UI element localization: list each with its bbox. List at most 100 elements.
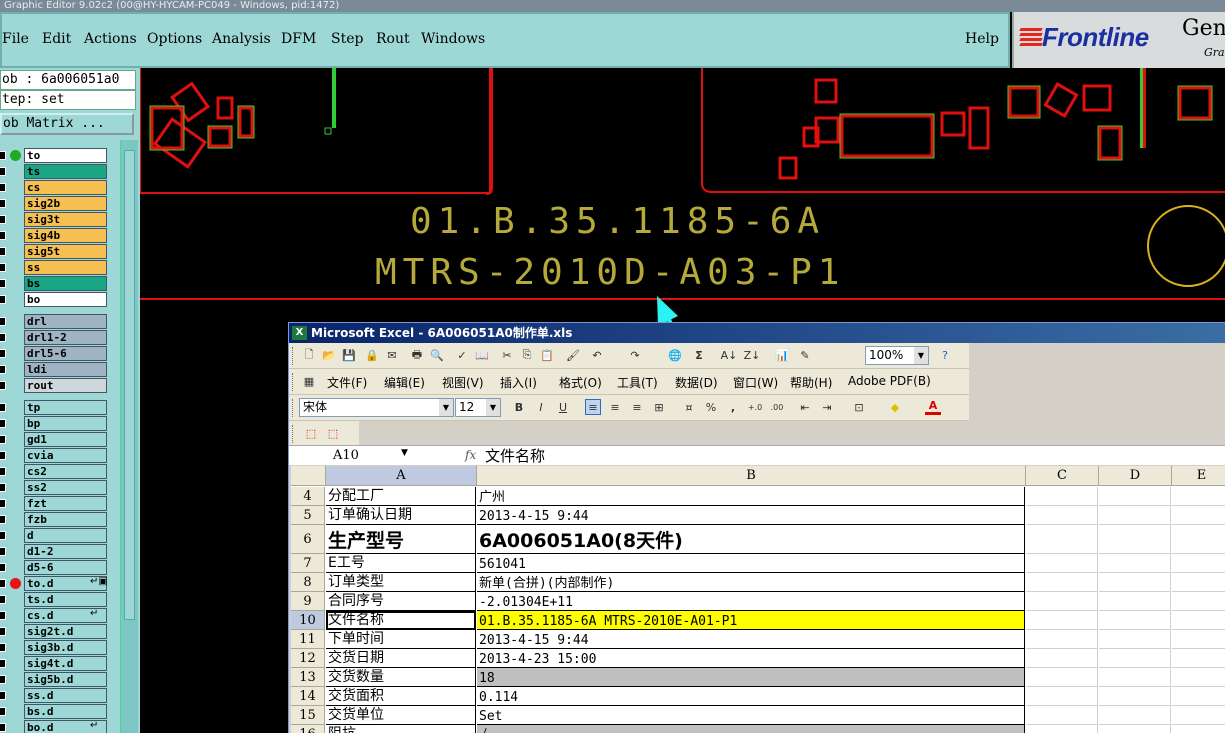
empty-cell[interactable] xyxy=(1172,649,1225,668)
cell-a[interactable]: 订单类型 xyxy=(326,573,476,592)
cell-a[interactable]: 文件名称 xyxy=(326,611,476,630)
layer-checkbox[interactable] xyxy=(0,365,6,374)
layer-row[interactable]: bp xyxy=(0,416,118,431)
layer-row[interactable]: ts xyxy=(0,164,118,179)
layer-row[interactable]: ss2 xyxy=(0,480,118,495)
layer-name[interactable]: d xyxy=(24,528,107,543)
increase-indent-icon[interactable]: ⇥ xyxy=(819,399,835,415)
cell-b[interactable]: √ xyxy=(477,725,1025,733)
layer-row[interactable]: cvia xyxy=(0,448,118,463)
row-header[interactable]: 14 xyxy=(291,687,325,706)
empty-cell[interactable] xyxy=(1099,649,1171,668)
menu-analysis[interactable]: Analysis xyxy=(212,31,271,47)
row-header[interactable]: 9 xyxy=(291,592,325,611)
cell-b[interactable]: 2013-4-23 15:00 xyxy=(477,649,1025,668)
chevron-down-icon[interactable]: ▼ xyxy=(439,399,453,416)
layer-row[interactable]: rout xyxy=(0,378,118,393)
empty-cell[interactable] xyxy=(1099,525,1171,554)
empty-cell[interactable] xyxy=(1026,630,1098,649)
layer-row[interactable]: ldi xyxy=(0,362,118,377)
empty-cell[interactable] xyxy=(1026,487,1098,506)
empty-cell[interactable] xyxy=(1172,592,1225,611)
layer-row[interactable]: bo xyxy=(0,292,118,307)
toolbar-grip[interactable] xyxy=(292,425,295,443)
chart-wizard-icon[interactable]: 📊 xyxy=(774,347,790,363)
layer-checkbox[interactable] xyxy=(0,643,6,652)
layer-checkbox[interactable] xyxy=(0,547,6,556)
email-icon[interactable]: ✉ xyxy=(384,347,400,363)
empty-cell[interactable] xyxy=(1026,554,1098,573)
layer-name[interactable]: ldi xyxy=(24,362,107,377)
cell-b[interactable]: 广州 xyxy=(477,487,1025,506)
column-header-b[interactable]: B xyxy=(477,466,1026,486)
align-right-icon[interactable]: ≡ xyxy=(629,399,645,415)
decrease-indent-icon[interactable]: ⇤ xyxy=(797,399,813,415)
layer-checkbox[interactable] xyxy=(0,675,6,684)
column-header-c[interactable]: C xyxy=(1026,466,1099,486)
menu-view[interactable]: 视图(V) xyxy=(442,374,484,391)
cell-a[interactable]: 阻抗 xyxy=(326,725,476,733)
menu-file[interactable]: File xyxy=(2,31,29,47)
row-header[interactable]: 5 xyxy=(291,506,325,525)
cell-b[interactable]: 18 xyxy=(477,668,1025,687)
chevron-down-icon[interactable]: ▼ xyxy=(486,399,500,416)
empty-cell[interactable] xyxy=(1172,725,1225,733)
research-icon[interactable]: 📖 xyxy=(474,347,490,363)
row-header[interactable]: 7 xyxy=(291,554,325,573)
comma-icon[interactable]: , xyxy=(725,399,741,415)
cell-a[interactable]: E工号 xyxy=(326,554,476,573)
menu-format[interactable]: 格式(O) xyxy=(559,374,602,391)
percent-icon[interactable]: % xyxy=(703,399,719,415)
layer-row[interactable]: ts.d xyxy=(0,592,118,607)
layer-row[interactable]: ss.d xyxy=(0,688,118,703)
layer-checkbox[interactable] xyxy=(0,659,6,668)
layer-name[interactable]: cs2 xyxy=(24,464,107,479)
layer-name[interactable]: cvia xyxy=(24,448,107,463)
layer-checkbox[interactable] xyxy=(0,595,6,604)
align-center-icon[interactable]: ≡ xyxy=(607,399,623,415)
empty-cell[interactable] xyxy=(1172,706,1225,725)
layer-checkbox[interactable] xyxy=(0,199,6,208)
menu-rout[interactable]: Rout xyxy=(376,31,410,47)
layer-row[interactable]: sig5t xyxy=(0,244,118,259)
layer-row[interactable]: bo.d ↵ xyxy=(0,720,118,733)
layer-checkbox[interactable] xyxy=(0,531,6,540)
layer-name[interactable]: drl xyxy=(24,314,107,329)
empty-cell[interactable] xyxy=(1026,611,1098,630)
layer-row[interactable]: d xyxy=(0,528,118,543)
layer-name[interactable]: bs xyxy=(24,276,107,291)
cell-b[interactable]: 0.114 xyxy=(477,687,1025,706)
layer-row[interactable]: drl1-2 xyxy=(0,330,118,345)
layer-checkbox[interactable] xyxy=(0,451,6,460)
layer-row[interactable]: gd1 xyxy=(0,432,118,447)
row-header[interactable]: 12 xyxy=(291,649,325,668)
layer-checkbox[interactable] xyxy=(0,349,6,358)
decrease-decimal-icon[interactable]: .00 xyxy=(769,399,785,415)
fill-color-icon[interactable]: ◆ xyxy=(887,399,903,415)
empty-cell[interactable] xyxy=(1172,573,1225,592)
empty-cell[interactable] xyxy=(1172,630,1225,649)
layer-checkbox[interactable] xyxy=(0,167,6,176)
layer-checkbox[interactable] xyxy=(0,295,6,304)
layer-row[interactable]: drl xyxy=(0,314,118,329)
empty-cell[interactable] xyxy=(1172,668,1225,687)
empty-cell[interactable] xyxy=(1172,611,1225,630)
job-matrix-button[interactable]: ob Matrix ... xyxy=(0,113,134,135)
font-color-icon[interactable]: A xyxy=(925,399,941,415)
layer-row[interactable]: sig2b xyxy=(0,196,118,211)
layer-name[interactable]: sig2t.d xyxy=(24,624,107,639)
empty-cell[interactable] xyxy=(1026,592,1098,611)
empty-cell[interactable] xyxy=(1172,487,1225,506)
menu-windows[interactable]: Windows xyxy=(421,31,485,47)
layer-row[interactable]: cs xyxy=(0,180,118,195)
excel-title-bar[interactable]: X Microsoft Excel - 6A006051A0制作单.xls xyxy=(289,323,1225,343)
layer-name[interactable]: drl5-6 xyxy=(24,346,107,361)
empty-cell[interactable] xyxy=(1026,573,1098,592)
layer-name[interactable]: bo xyxy=(24,292,107,307)
chevron-down-icon[interactable]: ▼ xyxy=(401,448,408,458)
layer-name[interactable]: d5-6 xyxy=(24,560,107,575)
layer-name[interactable]: sig4t.d xyxy=(24,656,107,671)
drawing-icon[interactable]: ✎ xyxy=(797,347,813,363)
font-name-select[interactable]: 宋体 ▼ xyxy=(299,398,454,417)
layer-checkbox[interactable] xyxy=(0,435,6,444)
